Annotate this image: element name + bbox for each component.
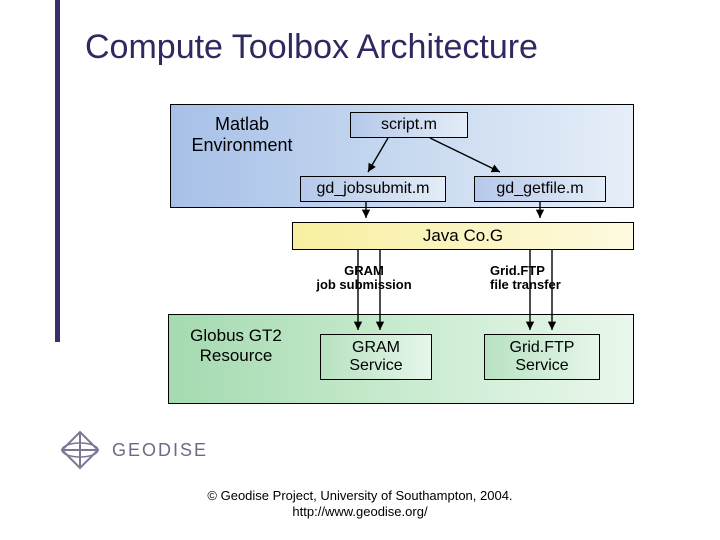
- gram-label-line1: GRAM: [344, 263, 384, 278]
- logo-text: GEODISE: [112, 440, 208, 461]
- gram-service-line2: Service: [349, 357, 402, 374]
- gram-submission-label: GRAM job submission: [294, 264, 434, 293]
- java-cog-box: Java Co.G: [292, 222, 634, 250]
- footer-line1: © Geodise Project, University of Southam…: [207, 488, 512, 503]
- footer-line2: http://www.geodise.org/: [292, 504, 427, 519]
- slide-title: Compute Toolbox Architecture: [85, 28, 538, 67]
- globus-label-line1: Globus GT2: [190, 326, 282, 345]
- logo: GEODISE: [58, 430, 208, 470]
- gridftp-service-box: Grid.FTP Service: [484, 334, 600, 380]
- globus-label-line2: Resource: [200, 346, 273, 365]
- gram-label-line2: job submission: [316, 277, 411, 292]
- gram-service-line1: GRAM: [352, 339, 400, 356]
- gridftp-service-line2: Service: [515, 357, 568, 374]
- footer: © Geodise Project, University of Southam…: [0, 488, 720, 521]
- gram-service-box: GRAM Service: [320, 334, 432, 380]
- gridftp-service-line1: Grid.FTP: [510, 339, 575, 356]
- matlab-label-line2: Environment: [191, 135, 292, 155]
- matlab-label-line1: Matlab: [215, 114, 269, 134]
- jobsubmit-box: gd_jobsubmit.m: [300, 176, 446, 202]
- accent-bar: [55, 0, 60, 342]
- globus-resource-label: Globus GT2 Resource: [176, 326, 296, 365]
- getfile-box: gd_getfile.m: [474, 176, 606, 202]
- gridftp-label-line2: file transfer: [490, 277, 561, 292]
- gridftp-label-line1: Grid.FTP: [490, 263, 545, 278]
- logo-icon: [58, 430, 102, 470]
- gridftp-transfer-label: Grid.FTP file transfer: [490, 264, 610, 293]
- matlab-environment-label: Matlab Environment: [182, 114, 302, 155]
- script-box: script.m: [350, 112, 468, 138]
